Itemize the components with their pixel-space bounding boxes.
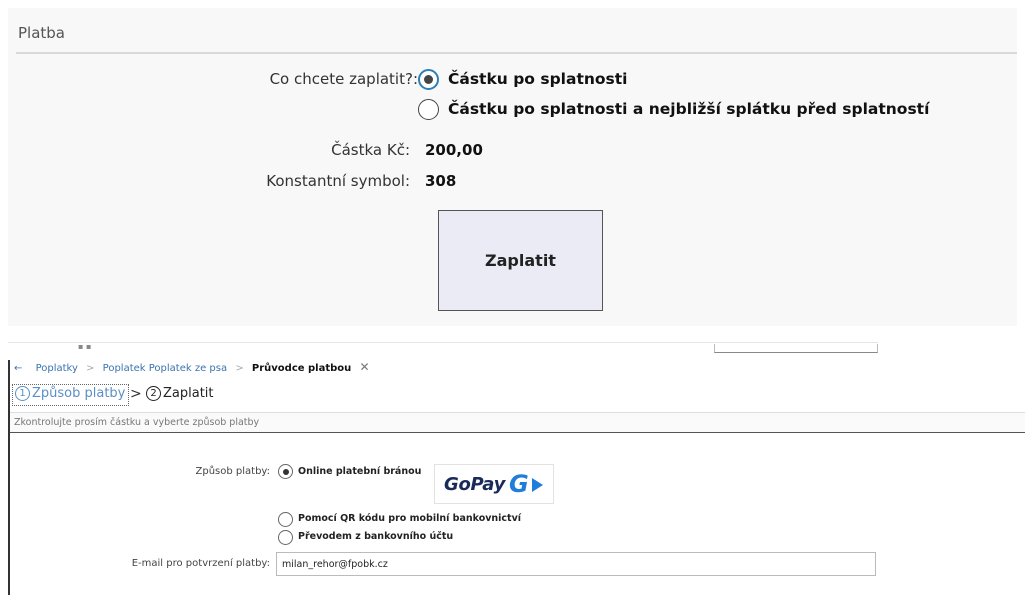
gopay-arrow-icon (532, 478, 543, 492)
email-label: E-mail pro potvrzení platby: (131, 558, 270, 569)
breadcrumb: ← Poplatky > Poplatek Poplatek ze psa > … (14, 360, 370, 374)
email-field[interactable] (276, 552, 876, 576)
header-fragment: ▪ ▪ (78, 342, 92, 351)
amount-label: Částka Kč: (331, 141, 410, 159)
payment-wizard: ▪ ▪ ← Poplatky > Poplatek Poplatek ze ps… (8, 336, 1025, 595)
breadcrumb-separator: > (86, 363, 95, 374)
payment-method-label: Způsob platby: (195, 466, 270, 477)
step-label-1: Způsob platby (32, 386, 126, 401)
info-text: Zkontrolujte prosím částku a vyberte způ… (14, 417, 260, 428)
gopay-g-icon: G (509, 470, 529, 498)
symbol-label: Konstantní symbol: (266, 172, 410, 190)
step-number-1: 1 (15, 386, 30, 401)
amount-value: 200,00 (425, 141, 483, 159)
close-icon[interactable]: ✕ (359, 360, 369, 374)
chevron-right-icon: > (130, 386, 142, 402)
info-bar: Zkontrolujte prosím částku a vyberte způ… (10, 412, 1025, 433)
breadcrumb-item-poplatky[interactable]: Poplatky (36, 363, 78, 374)
header-input-fragment (714, 344, 878, 353)
option-overdue-and-next-label[interactable]: Částku po splatnosti a nejbližší splátku… (448, 100, 929, 118)
method-online-label[interactable]: Online platební bránou (298, 466, 421, 477)
radio-method-online[interactable] (278, 464, 293, 479)
radio-method-qr[interactable] (278, 512, 293, 527)
gopay-logo: GoPay G (434, 464, 554, 504)
section-title: Platba (18, 24, 65, 42)
pay-button[interactable]: Zaplatit (438, 210, 603, 311)
window-left-border (8, 360, 10, 595)
radio-method-transfer[interactable] (278, 530, 293, 545)
option-overdue-label[interactable]: Částku po splatnosti (448, 70, 627, 88)
method-transfer-label[interactable]: Převodem z bankovního účtu (298, 531, 453, 542)
payment-panel: Platba Co chcete zaplatit?: Částku po sp… (8, 8, 1017, 326)
method-qr-label[interactable]: Pomocí QR kódu pro mobilní bankovnictví (298, 513, 521, 524)
symbol-value: 308 (425, 172, 457, 190)
step-payment-method[interactable]: 1 Způsob platby (12, 384, 130, 406)
question-row: Co chcete zaplatit?: (8, 70, 418, 90)
breadcrumb-current: Průvodce platbou (251, 363, 352, 374)
symbol-row: Konstantní symbol: (8, 172, 410, 192)
step-number-2: 2 (146, 386, 161, 401)
section-divider (16, 52, 1017, 54)
breadcrumb-item-poplatek[interactable]: Poplatek Poplatek ze psa (103, 363, 227, 374)
breadcrumb-separator: > (235, 363, 244, 374)
arrow-left-icon[interactable]: ← (14, 363, 22, 374)
gopay-logo-text: GoPay (444, 474, 506, 495)
amount-row: Částka Kč: (8, 141, 410, 161)
step-label-2: Zaplatit (163, 386, 214, 401)
radio-option-overdue-and-next[interactable] (418, 99, 439, 120)
radio-option-overdue[interactable] (418, 69, 439, 90)
header-divider (8, 342, 878, 343)
step-pay[interactable]: 2 Zaplatit (146, 386, 214, 401)
question-label: Co chcete zaplatit?: (269, 70, 418, 88)
